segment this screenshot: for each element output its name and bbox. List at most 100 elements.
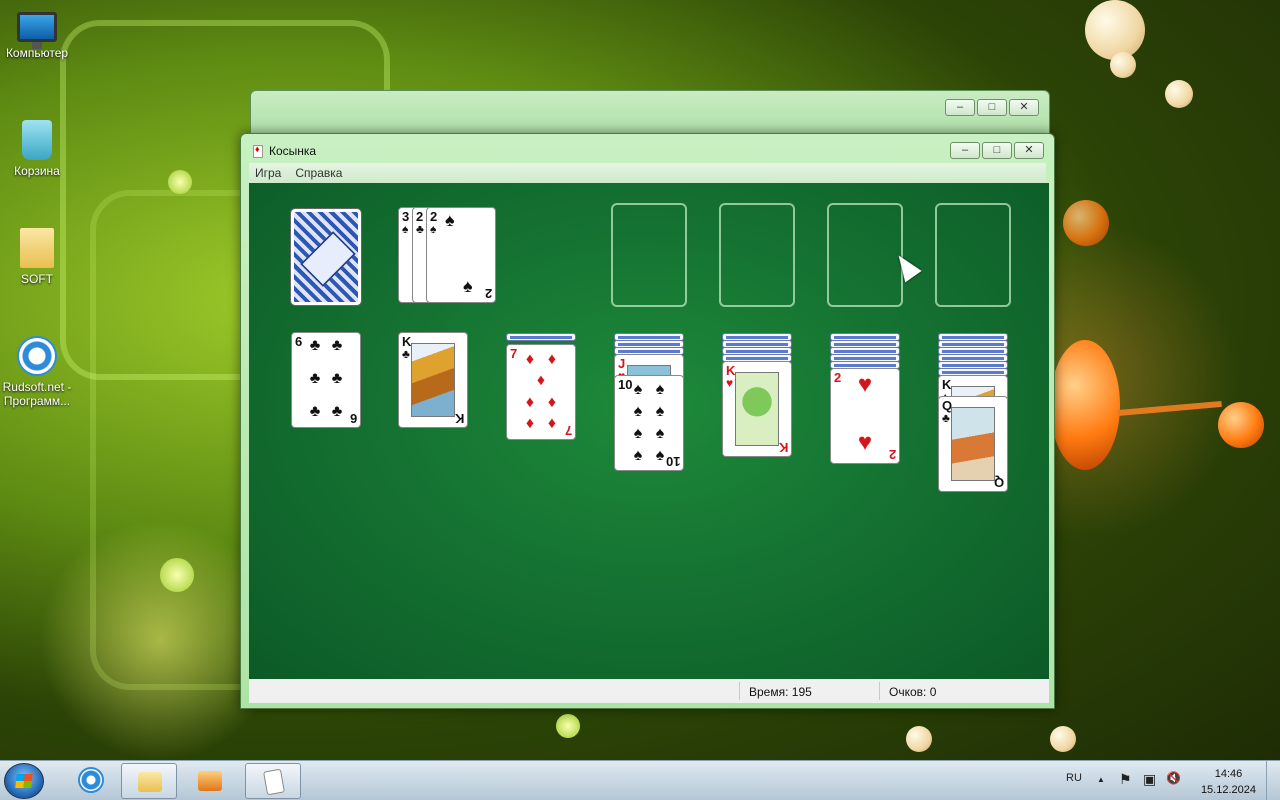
card-pips: ♦ ♦ ♦ ♦ ♦ ♦ ♦ — [519, 351, 563, 433]
queen-face-art — [951, 407, 995, 481]
minimize-button[interactable]: – — [945, 99, 975, 116]
network-icon[interactable]: ▣ — [1143, 771, 1156, 788]
wallpaper-orb — [160, 558, 194, 592]
language-indicator[interactable]: RU — [1066, 772, 1082, 784]
card-suit: ♣ — [402, 347, 410, 361]
card-suit: ♣ — [309, 403, 321, 420]
tray-expand-arrow-icon[interactable]: ▲ — [1097, 775, 1105, 784]
taskbar-media-player[interactable] — [182, 763, 238, 799]
status-divider — [739, 682, 740, 700]
desktop-icon-rudsoft[interactable]: Rudsoft.net - Программ... — [1, 336, 73, 408]
start-button[interactable] — [4, 763, 44, 799]
time-value: 195 — [791, 685, 812, 699]
clock-date: 15.12.2024 — [1200, 784, 1256, 796]
card-suit: ♦ — [547, 351, 557, 368]
action-center-flag-icon[interactable]: ⚑ — [1119, 771, 1132, 788]
media-player-icon — [198, 771, 222, 791]
window-title: Косынка — [269, 144, 317, 158]
taskbar-ie[interactable] — [62, 763, 118, 799]
face-down-card — [506, 333, 576, 341]
wallpaper-orb — [1110, 52, 1136, 78]
tableau-card[interactable]: 10 ♠ ♠ ♠ ♠ ♠ ♠ ♠ ♠ 10 — [614, 375, 684, 471]
solitaire-app-icon — [253, 144, 263, 158]
card-suit: ♠ — [633, 425, 643, 442]
system-clock[interactable]: 14:46 15.12.2024 — [1201, 766, 1256, 798]
tableau-card[interactable]: 7 ♦ ♦ ♦ ♦ ♦ ♦ ♦ 7 — [506, 344, 576, 440]
foundation-slot-1[interactable] — [611, 203, 687, 307]
tableau-card[interactable]: Q ♣ Q — [938, 396, 1008, 492]
time-display: Время: 195 — [749, 685, 812, 699]
desktop-icon-label: SOFT — [21, 272, 53, 286]
card-suit: ♥ — [857, 371, 873, 398]
score-display: Очков: 0 — [889, 685, 936, 699]
volume-muted-icon[interactable]: 🔇 — [1166, 771, 1181, 785]
card-rank: 2 — [888, 447, 896, 462]
card-suit: ♣ — [416, 222, 424, 236]
desktop-icon-recycle-bin[interactable]: Корзина — [1, 120, 73, 178]
maximize-button[interactable]: □ — [982, 142, 1012, 159]
show-desktop-button[interactable] — [1266, 761, 1280, 800]
tableau-card[interactable]: 6 ♣ ♣ ♣ ♣ ♣ ♣ 6 — [291, 332, 361, 428]
card-rank: 2 — [484, 286, 492, 301]
card-suit: ♣ — [331, 403, 343, 420]
wallpaper-orb — [1050, 726, 1076, 752]
waste-top-card[interactable]: 2 ♠ ♠ ♠ 2 — [426, 207, 496, 303]
tableau-card[interactable]: K ♥ K — [722, 361, 792, 457]
card-suit: ♠ — [655, 381, 665, 398]
foundation-slot-2[interactable] — [719, 203, 795, 307]
taskbar-explorer[interactable] — [121, 763, 177, 799]
card-rank: 6 — [295, 334, 303, 349]
card-suit: ♠ — [633, 447, 643, 464]
recycle-bin-icon — [22, 120, 52, 160]
card-suit: ♠ — [655, 425, 665, 442]
foundation-slot-3[interactable] — [827, 203, 903, 307]
minimize-button[interactable]: – — [950, 142, 980, 159]
game-board[interactable]: 3 ♠ 2 ♣ 2 ♠ ♠ ♠ 2 6 ♣ ♣ ♣ ♣ ♣ ♣ 6 K ♣ K … — [249, 183, 1049, 679]
card-suit: ♠ — [445, 210, 455, 230]
card-suit: ♠ — [655, 403, 665, 420]
card-suit: ♦ — [525, 351, 535, 368]
status-bar: Время: 195 Очков: 0 — [249, 679, 1049, 703]
close-button[interactable]: ✕ — [1014, 142, 1044, 159]
card-suit: ♣ — [331, 337, 343, 354]
time-label: Время: — [749, 685, 789, 699]
folder-icon — [138, 772, 162, 792]
taskbar: RU ▲ ⚑ ▣ 🔇 14:46 15.12.2024 — [0, 760, 1280, 800]
desktop-icon-label: Rudsoft.net - — [2, 380, 72, 394]
wallpaper-orb — [906, 726, 932, 752]
card-suit: ♦ — [547, 393, 557, 411]
clock-time: 14:46 — [1214, 768, 1243, 780]
stock-pile[interactable] — [290, 208, 362, 306]
menu-help[interactable]: Справка — [295, 166, 342, 180]
card-pips: ♣ ♣ ♣ ♣ ♣ ♣ — [304, 337, 348, 421]
card-rank: 6 — [349, 411, 357, 426]
card-suit: ♣ — [942, 411, 950, 425]
wallpaper-orb — [1050, 340, 1120, 470]
desktop-icon-label: Корзина — [14, 164, 60, 178]
card-rank: 7 — [564, 423, 572, 438]
taskbar-solitaire[interactable] — [245, 763, 301, 799]
menu-game[interactable]: Игра — [255, 166, 281, 180]
card-suit: ♦ — [525, 393, 535, 411]
card-suit: ♦ — [536, 372, 546, 390]
score-label: Очков: — [889, 685, 927, 699]
desktop-icon-computer[interactable]: Компьютер — [1, 12, 73, 60]
tableau-card[interactable]: 2 ♥ ♥ 2 — [830, 368, 900, 464]
desktop-icon-label: Программ... — [3, 394, 71, 408]
wallpaper-orb — [556, 714, 580, 738]
window-titlebar[interactable]: Косынка — [253, 144, 316, 158]
window-controls: – □ ✕ — [950, 142, 1044, 159]
tableau-card[interactable]: K ♣ K — [398, 332, 468, 428]
maximize-button[interactable]: □ — [977, 99, 1007, 116]
card-suit: ♠ — [655, 447, 665, 464]
card-suit: ♠ — [633, 403, 643, 420]
score-value: 0 — [929, 685, 937, 699]
card-suit: ♦ — [547, 414, 557, 432]
foundation-slot-4[interactable] — [935, 203, 1011, 307]
card-suit: ♣ — [309, 370, 321, 387]
solitaire-window: Косынка – □ ✕ Игра Справка 3 ♠ 2 ♣ 2 ♠ ♠… — [240, 133, 1055, 709]
close-button[interactable]: ✕ — [1009, 99, 1039, 116]
menubar: Игра Справка — [249, 163, 1046, 183]
desktop-icon-soft-folder[interactable]: SOFT — [1, 228, 73, 286]
wallpaper-orb — [168, 170, 192, 194]
